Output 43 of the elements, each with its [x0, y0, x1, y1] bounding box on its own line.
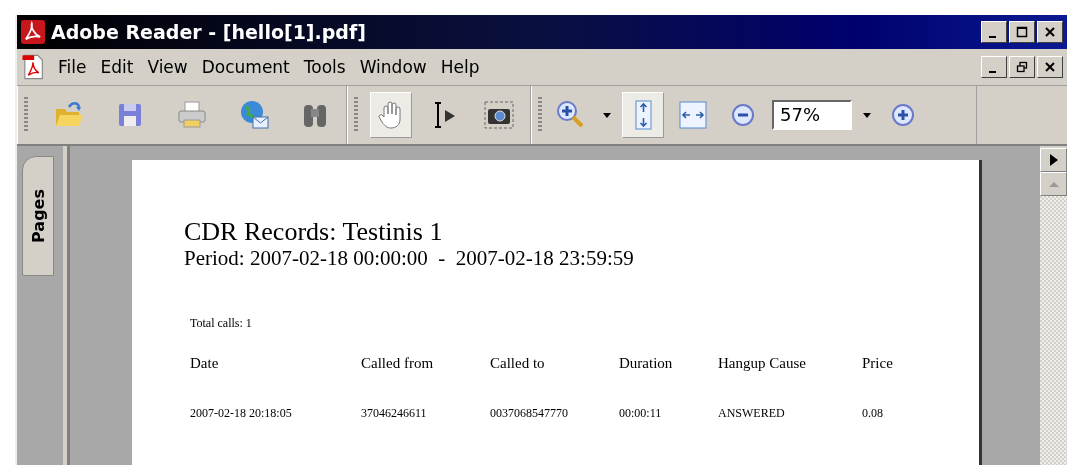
acrobat-logo-icon: [21, 20, 45, 44]
minimize-icon: [989, 35, 996, 38]
total-calls-text: Total calls: 1: [190, 316, 253, 331]
menu-item[interactable]: Document: [198, 57, 299, 77]
period-text: Period: 2007-02-18 00:00:00 - 2007-02-18 23:59:59: [184, 246, 635, 270]
pages-tab[interactable]: Pages: [22, 156, 54, 276]
column-header: Price: [862, 355, 894, 372]
menu-item[interactable]: Help: [437, 57, 489, 77]
column-header: Hangup Cause: [718, 355, 807, 372]
close-icon: [1044, 26, 1056, 38]
minimize-button[interactable]: [981, 56, 1007, 78]
table-cell-text: 2007-02-18 20:18:05: [190, 406, 293, 421]
table-cell-text: 0037068547770: [490, 406, 569, 421]
table-cell-text: 37046246611: [361, 406, 428, 421]
scroll-up-button[interactable]: [1040, 172, 1067, 196]
window-title: Adobe Reader - [hello[1].pdf]: [51, 21, 366, 43]
menu-item[interactable]: View: [144, 57, 197, 77]
table-cell-text: 0.08: [862, 406, 884, 421]
column-header: Date: [190, 355, 220, 372]
menu-item[interactable]: Window: [356, 57, 436, 77]
close-button[interactable]: [1037, 21, 1063, 43]
zoom-field[interactable]: 57%: [772, 100, 852, 130]
document-title: CDR Records: Testinis 1: [184, 218, 444, 246]
restore-button[interactable]: [1009, 56, 1035, 78]
close-icon: [1044, 61, 1056, 73]
menu-item[interactable]: File: [55, 57, 96, 77]
hand-tool-icon[interactable]: [370, 92, 412, 138]
close-button[interactable]: [1037, 56, 1063, 78]
up-arrow-icon: [1048, 181, 1059, 187]
restore-icon: [1016, 61, 1028, 73]
column-header: Called to: [490, 355, 546, 372]
minimize-button[interactable]: [981, 21, 1007, 43]
pdf-document-icon: [21, 53, 45, 81]
fit-page-icon[interactable]: [622, 92, 664, 138]
maximize-button[interactable]: [1009, 21, 1035, 43]
maximize-icon: [1016, 26, 1028, 38]
table-cell-text: 00:00:11: [619, 406, 663, 421]
menu-item[interactable]: Tools: [300, 57, 355, 77]
table-cell-text: ANSWERED: [718, 406, 786, 421]
menu-item[interactable]: Edit: [97, 57, 143, 77]
minimize-icon: [989, 70, 996, 73]
column-header: Called from: [361, 355, 435, 372]
column-header: Duration: [619, 355, 674, 372]
